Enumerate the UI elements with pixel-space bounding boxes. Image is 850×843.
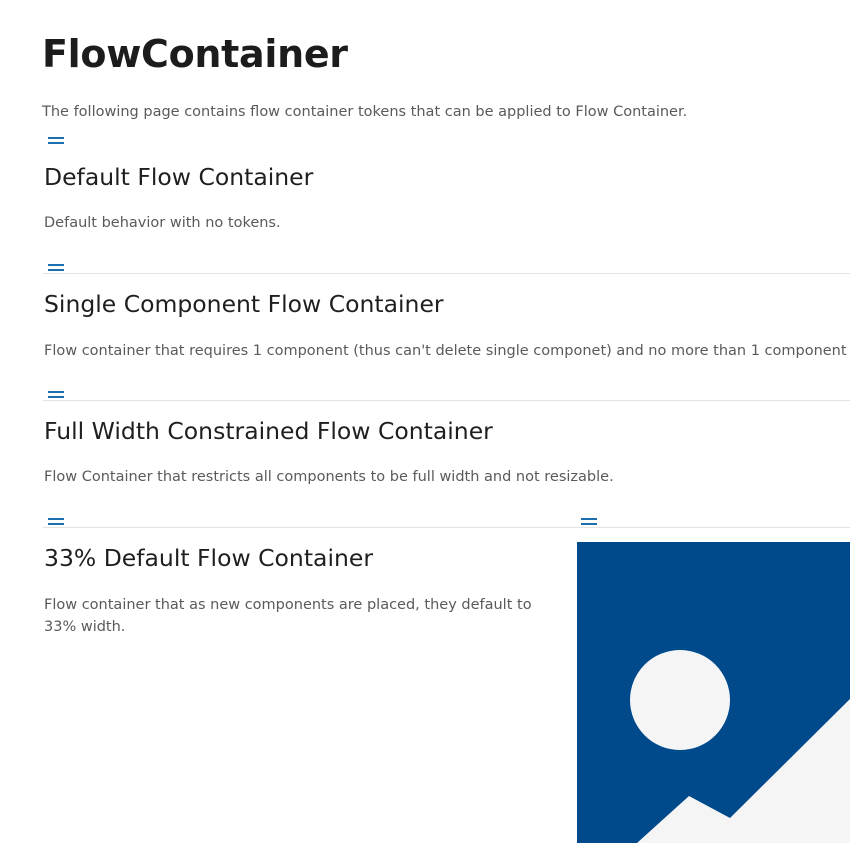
section-divider [43, 400, 850, 401]
section-divider [43, 527, 850, 528]
drag-handle-icon[interactable] [48, 518, 64, 525]
section-title-full-width: Full Width Constrained Flow Container [44, 417, 493, 445]
image-placeholder[interactable] [577, 542, 850, 843]
drag-handle-icon[interactable] [48, 264, 64, 271]
image-placeholder-icon [630, 650, 850, 843]
section-description-default: Default behavior with no tokens. [44, 215, 281, 231]
section-description-single-component: Flow container that requires 1 component… [44, 343, 847, 359]
page-intro: The following page contains flow contain… [42, 104, 688, 120]
drag-handle-icon[interactable] [48, 391, 64, 398]
section-title-default: Default Flow Container [44, 163, 314, 191]
drag-handle-icon[interactable] [48, 137, 64, 144]
section-title-single-component: Single Component Flow Container [44, 290, 444, 318]
page-title: FlowContainer [42, 32, 348, 76]
section-description-full-width: Flow Container that restricts all compon… [44, 469, 614, 485]
section-description-33-default: Flow container that as new components ar… [44, 597, 532, 635]
drag-handle-icon[interactable] [581, 518, 597, 525]
sun-shape [630, 650, 730, 750]
section-title-33-default: 33% Default Flow Container [44, 544, 373, 572]
section-divider [43, 273, 850, 274]
